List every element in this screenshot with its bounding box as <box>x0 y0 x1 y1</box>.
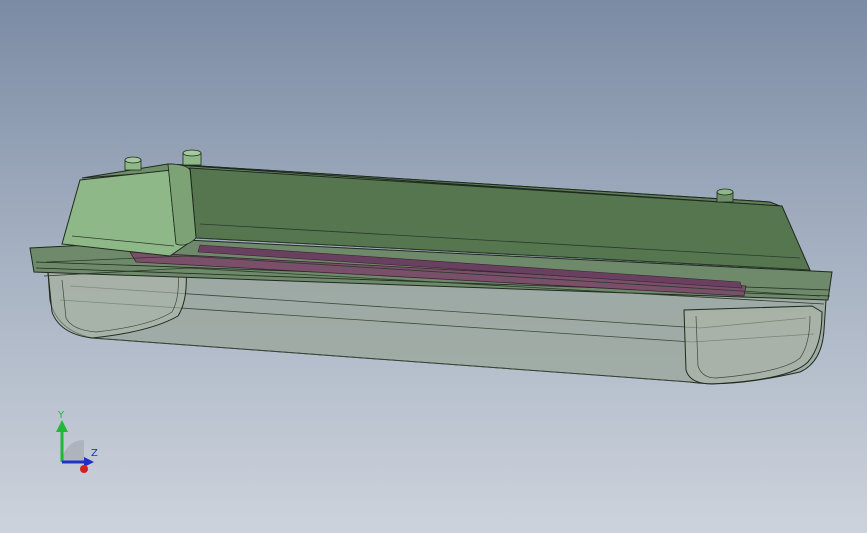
y-axis-arrow <box>56 420 68 432</box>
boss-right <box>716 188 734 203</box>
fixture-model[interactable] <box>0 0 867 533</box>
y-axis-label: Y <box>57 410 65 421</box>
reference-triad: Y Z <box>56 410 98 473</box>
boss-center <box>182 149 202 166</box>
boss-left <box>124 156 142 171</box>
x-axis-marker <box>80 465 88 473</box>
graphics-viewport[interactable]: Y Z <box>0 0 867 533</box>
triad-plane <box>62 440 84 462</box>
z-axis-label: Z <box>91 448 98 459</box>
